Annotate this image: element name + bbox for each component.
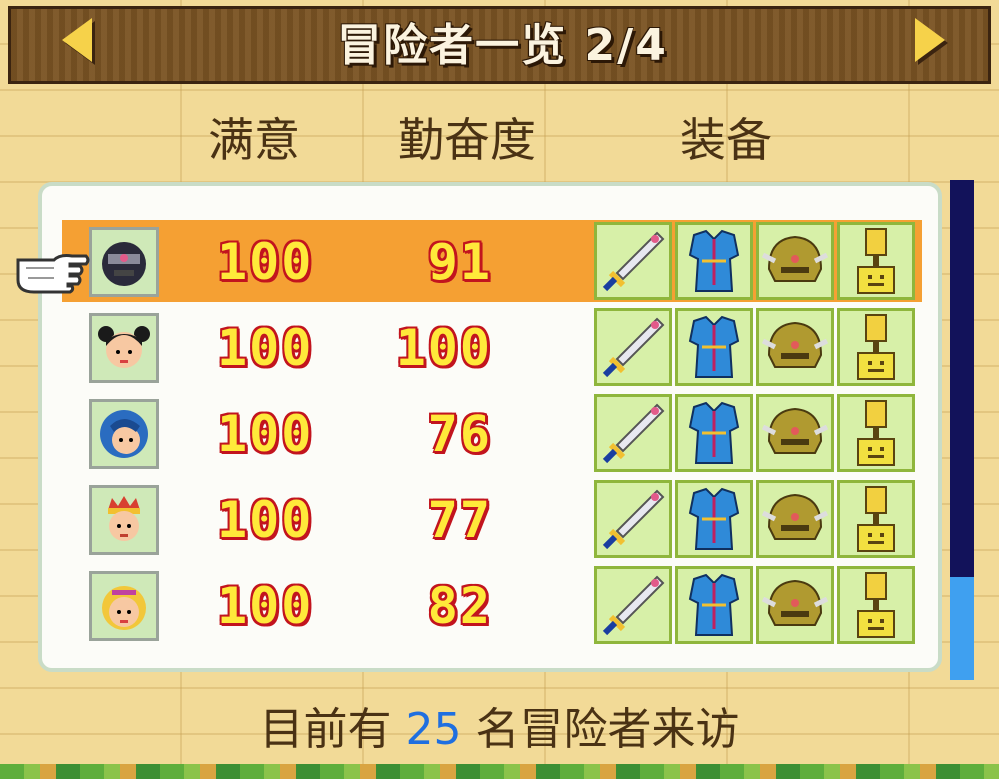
- trophy-icon[interactable]: [837, 308, 915, 386]
- trophy-icon[interactable]: [837, 566, 915, 644]
- diligence-value: 100: [395, 319, 492, 377]
- column-diligence: 勤奋度: [398, 113, 536, 167]
- footer-prefix: 目前有: [259, 704, 406, 755]
- sword-icon[interactable]: [594, 480, 672, 558]
- satisfaction-value: 100: [217, 233, 314, 291]
- sword-icon[interactable]: [594, 394, 672, 472]
- adventurer-row[interactable]: 100 77: [62, 478, 922, 560]
- helmet-icon[interactable]: [756, 480, 834, 558]
- satisfaction-value: 100: [217, 491, 314, 549]
- column-satisfaction: 满意: [208, 113, 300, 167]
- diligence-value: 77: [427, 491, 492, 549]
- blonde-avatar: [89, 571, 159, 641]
- ninja-avatar: [89, 227, 159, 297]
- satisfaction-value: 100: [217, 577, 314, 635]
- trophy-icon[interactable]: [837, 480, 915, 558]
- sword-icon[interactable]: [594, 566, 672, 644]
- armor-icon[interactable]: [675, 222, 753, 300]
- pigtail-girl-avatar: [89, 313, 159, 383]
- satisfaction-value: 100: [217, 319, 314, 377]
- adventurer-row[interactable]: 100 91: [62, 220, 922, 302]
- armor-icon[interactable]: [675, 394, 753, 472]
- arrow-left-icon[interactable]: [62, 18, 92, 62]
- visitor-count-text: 目前有 25 名冒险者来访: [0, 700, 999, 760]
- page-title: 冒险者一览 2/4: [337, 20, 668, 71]
- column-equipment: 装备: [680, 113, 772, 167]
- visitor-count: 25: [405, 704, 462, 755]
- sword-icon[interactable]: [594, 222, 672, 300]
- arrow-right-icon[interactable]: [915, 18, 945, 62]
- sword-icon[interactable]: [594, 308, 672, 386]
- adventurer-row[interactable]: 100 100: [62, 306, 922, 388]
- title-bar: 冒险者一览 2/4: [8, 6, 991, 84]
- scrollbar-thumb[interactable]: [950, 577, 974, 680]
- diligence-value: 82: [427, 577, 492, 635]
- satisfaction-value: 100: [217, 405, 314, 463]
- trophy-icon[interactable]: [837, 394, 915, 472]
- trophy-icon[interactable]: [837, 222, 915, 300]
- footer-suffix: 名冒险者来访: [461, 704, 740, 755]
- map-strip: [0, 764, 999, 779]
- helmet-icon[interactable]: [756, 308, 834, 386]
- blue-hood-avatar: [89, 399, 159, 469]
- adventurer-row[interactable]: 100 82: [62, 564, 922, 646]
- diligence-value: 91: [427, 233, 492, 291]
- adventurer-row[interactable]: 100 76: [62, 392, 922, 474]
- helmet-icon[interactable]: [756, 566, 834, 644]
- helmet-icon[interactable]: [756, 222, 834, 300]
- diligence-value: 76: [427, 405, 492, 463]
- armor-icon[interactable]: [675, 566, 753, 644]
- crowned-avatar: [89, 485, 159, 555]
- armor-icon[interactable]: [675, 308, 753, 386]
- hand-pointer-icon: [16, 254, 90, 294]
- armor-icon[interactable]: [675, 480, 753, 558]
- helmet-icon[interactable]: [756, 394, 834, 472]
